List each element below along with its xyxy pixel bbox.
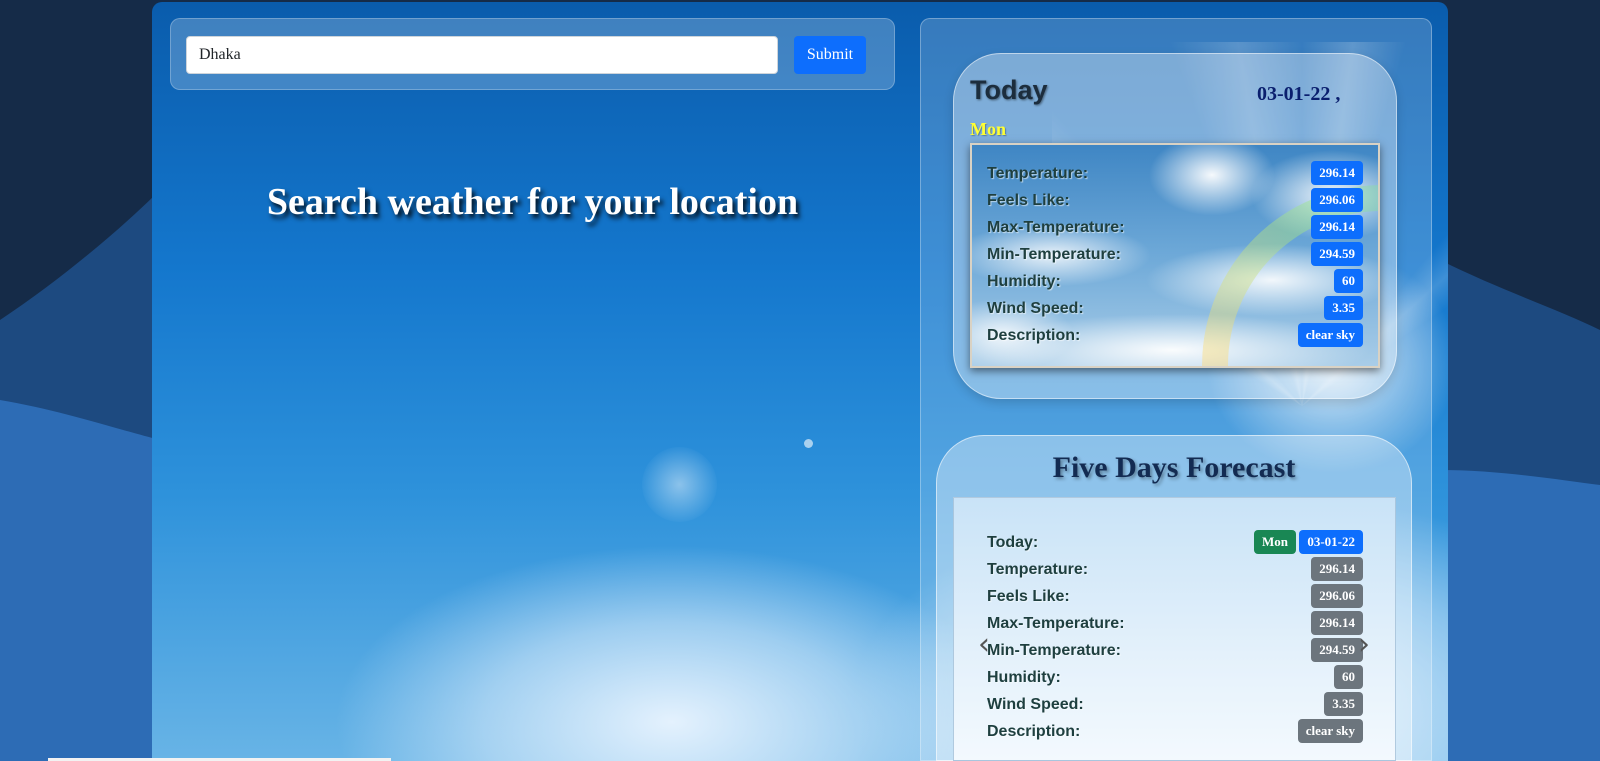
forecast-row-wind-speed: Wind Speed: 3.35 <box>987 692 1363 719</box>
chevron-right-icon[interactable]: › <box>1355 630 1373 660</box>
forecast-row-feels-like: Feels Like: 296.06 <box>987 584 1363 611</box>
forecast-row-humidity: Humidity: 60 <box>987 665 1363 692</box>
today-row-description: Description: clear sky <box>987 323 1363 350</box>
row-label: Wind Speed: <box>987 300 1084 317</box>
today-row-feels-like: Feels Like: 296.06 <box>987 188 1363 215</box>
row-label: Temperature: <box>987 165 1089 182</box>
today-row-wind-speed: Wind Speed: 3.35 <box>987 296 1363 323</box>
row-label: Description: <box>987 327 1081 344</box>
row-label: Max-Temperature: <box>987 615 1125 632</box>
forecast-row-description: Description: clear sky <box>987 719 1363 746</box>
forecast-row-min-temperature: Min-Temperature: 294.59 <box>987 638 1363 665</box>
value-badge: 296.14 <box>1311 161 1363 185</box>
value-badge: 60 <box>1334 665 1363 689</box>
value-badge: clear sky <box>1297 323 1363 347</box>
today-date: 03-01-22 , <box>1257 83 1341 105</box>
value-badge: clear sky <box>1297 719 1363 743</box>
row-label: Temperature: <box>987 561 1089 578</box>
submit-button[interactable]: Submit <box>794 36 866 74</box>
row-label: Min-Temperature: <box>987 246 1121 263</box>
forecast-row-max-temperature: Max-Temperature: 296.14 <box>987 611 1363 638</box>
row-label: Max-Temperature: <box>987 219 1125 236</box>
date-badge: 03-01-22 <box>1299 530 1363 554</box>
today-day: Mon <box>970 119 1006 139</box>
value-badge: 60 <box>1334 269 1363 293</box>
value-badge: 294.59 <box>1311 242 1363 266</box>
row-label: Humidity: <box>987 273 1061 290</box>
today-row-min-temperature: Min-Temperature: 294.59 <box>987 242 1363 269</box>
forecast-row-temperature: Temperature: 296.14 <box>987 557 1363 584</box>
value-badge: 296.14 <box>1311 557 1363 581</box>
value-badge: 3.35 <box>1324 692 1363 716</box>
value-badge: 296.14 <box>1311 215 1363 239</box>
row-label: Today: <box>987 534 1039 551</box>
today-row-humidity: Humidity: 60 <box>987 269 1363 296</box>
today-row-temperature: Temperature: 296.14 <box>987 161 1363 188</box>
value-badge: 296.06 <box>1311 584 1363 608</box>
today-row-max-temperature: Max-Temperature: 296.14 <box>987 215 1363 242</box>
row-label: Humidity: <box>987 669 1061 686</box>
row-label: Feels Like: <box>987 192 1070 209</box>
forecast-title: Five Days Forecast <box>1052 451 1296 484</box>
lens-flare-dot <box>804 439 813 448</box>
row-label: Description: <box>987 723 1081 740</box>
row-label: Min-Temperature: <box>987 642 1121 659</box>
value-badge: 296.06 <box>1311 188 1363 212</box>
value-badge: 3.35 <box>1324 296 1363 320</box>
day-badge: Mon <box>1254 530 1296 554</box>
chevron-left-icon[interactable]: ‹ <box>975 630 993 660</box>
today-title: Today <box>970 75 1048 105</box>
lens-flare <box>642 447 717 522</box>
location-search-input[interactable] <box>186 36 778 74</box>
page-headline: Search weather for your location <box>266 181 799 223</box>
row-label: Wind Speed: <box>987 696 1084 713</box>
search-panel: Submit <box>170 18 895 90</box>
row-label: Feels Like: <box>987 588 1070 605</box>
forecast-row-today: Today: Mon 03-01-22 <box>987 530 1363 557</box>
